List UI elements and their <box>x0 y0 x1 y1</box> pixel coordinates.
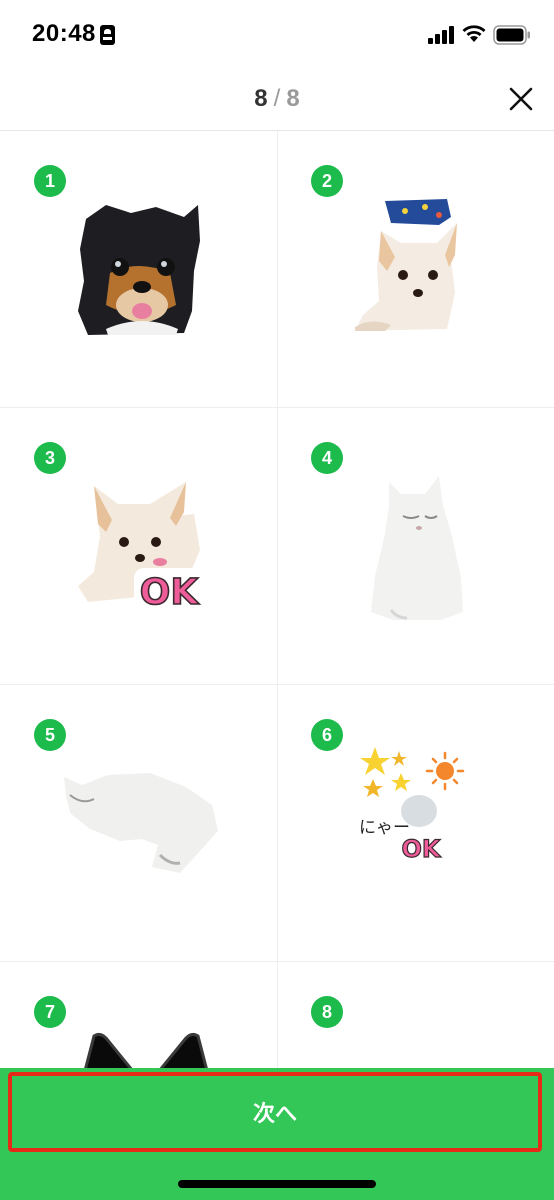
sticker-cell[interactable]: 2 <box>277 131 554 408</box>
white-cat-sticker-image <box>64 773 218 873</box>
sticker-number-badge: 5 <box>34 719 66 751</box>
sticker-number-badge: 3 <box>34 442 66 474</box>
header-bar: 8/8 <box>0 70 554 131</box>
sticker-number-badge: 6 <box>311 719 343 751</box>
bottom-bar: 次へ <box>0 1068 554 1200</box>
sticker-cell[interactable]: 4 <box>277 408 554 685</box>
sticker-cell[interactable]: 1 <box>0 131 277 408</box>
sticker-number-badge: 7 <box>34 996 66 1028</box>
sticker-number-badge: 4 <box>311 442 343 474</box>
page-counter: 8/8 <box>0 85 554 113</box>
sticker-number-badge: 2 <box>311 165 343 197</box>
ok-caption: OK <box>140 572 200 613</box>
cat-stars-sticker-image: にゃー OK <box>359 747 465 864</box>
cellular-signal-icon <box>428 26 454 44</box>
sticker-cell[interactable]: 3 OK <box>0 408 277 685</box>
page-total: 8 <box>286 85 300 112</box>
chihuahua-ok-sticker-image: OK <box>78 482 204 614</box>
chihuahua-sticker-image <box>78 205 200 335</box>
page-current: 8 <box>254 85 268 112</box>
sticker-number-badge: 8 <box>311 996 343 1028</box>
white-cat-sticker-image <box>371 476 463 620</box>
chihuahua-sticker-image <box>355 199 457 331</box>
wifi-icon <box>462 25 486 42</box>
next-button[interactable]: 次へ <box>8 1072 542 1152</box>
id-card-icon <box>100 25 115 45</box>
sticker-cell[interactable]: 5 <box>0 685 277 962</box>
close-icon[interactable] <box>506 84 536 114</box>
status-time: 20:48 <box>32 20 96 47</box>
sticker-cell[interactable]: 6 にゃー OK <box>277 685 554 962</box>
home-indicator <box>178 1180 376 1188</box>
page-separator: / <box>273 85 281 112</box>
battery-icon <box>493 25 530 45</box>
sticker-grid: 1 2 3 OK 4 5 6 にゃー OK 7 8 <box>0 131 554 1200</box>
sticker-number-badge: 1 <box>34 165 66 197</box>
ok-caption: OK <box>402 835 442 863</box>
status-bar: 20:48 <box>0 0 554 70</box>
